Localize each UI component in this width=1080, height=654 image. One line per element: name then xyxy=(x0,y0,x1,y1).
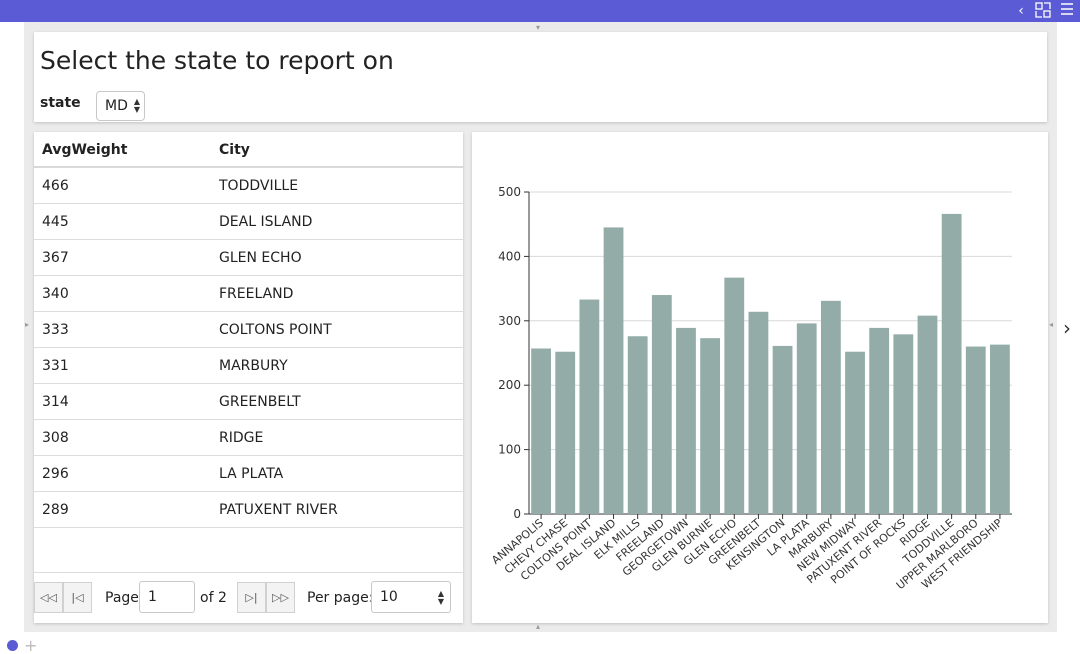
bar[interactable] xyxy=(676,327,696,514)
y-tick-label: 200 xyxy=(498,378,521,392)
column-header-avgweight[interactable]: AvgWeight xyxy=(42,142,127,158)
bar[interactable] xyxy=(531,348,551,514)
last-page-icon[interactable]: ▷▷ xyxy=(266,582,295,613)
cell-city: TODDVILLE xyxy=(219,178,299,194)
page-dot-icon[interactable] xyxy=(7,640,18,651)
chevron-right-icon[interactable]: › xyxy=(1063,316,1071,340)
cell-avgweight: 340 xyxy=(42,286,69,302)
dashboard-workspace: Select the state to report on state MD ▲… xyxy=(24,22,1057,632)
table-row[interactable]: 289 PATUXENT RIVER xyxy=(34,492,463,528)
per-page-select[interactable]: 10 ▲ ▼ xyxy=(371,581,451,613)
page-title: Select the state to report on xyxy=(40,46,394,75)
bar[interactable] xyxy=(651,295,672,514)
collapse-top-icon[interactable]: ▾ xyxy=(536,23,540,32)
table-row[interactable]: 340 FREELAND xyxy=(34,276,463,312)
table-row[interactable]: 314 GREENBELT xyxy=(34,384,463,420)
cell-city: RIDGE xyxy=(219,430,264,446)
add-page-icon[interactable]: + xyxy=(24,636,37,654)
bar-chart-card: 0 100 200 300 400 500 ANNAPOLIS CHEVY CHASE COLT… xyxy=(472,132,1048,623)
cell-avgweight: 296 xyxy=(42,466,69,482)
bar[interactable] xyxy=(869,327,890,514)
state-select-value: MD xyxy=(105,98,128,114)
bar[interactable] xyxy=(748,311,769,514)
table-row[interactable]: 367 GLEN ECHO xyxy=(34,240,463,276)
first-page-icon[interactable]: ◁◁ xyxy=(34,582,63,613)
bar[interactable] xyxy=(990,344,1010,514)
y-tick-label: 400 xyxy=(498,249,521,263)
cell-city: DEAL ISLAND xyxy=(219,214,313,230)
table-header: AvgWeight City xyxy=(34,132,463,168)
bar[interactable] xyxy=(893,334,914,514)
chevron-left-icon[interactable]: ‹ xyxy=(1012,2,1030,20)
bar[interactable] xyxy=(941,213,962,514)
cell-avgweight: 308 xyxy=(42,430,69,446)
top-bar: ‹ xyxy=(0,0,1080,22)
collapse-bottom-icon[interactable]: ▴ xyxy=(536,622,540,631)
bar-chart: 0100200300400500ANNAPOLISCHEVY CHASECOLT… xyxy=(489,185,1012,592)
pagination-bar: ◁◁ |◁ Page 1 of 2 ▷| ▷▷ Per page: 10 ▲ ▼ xyxy=(34,572,463,623)
bar[interactable] xyxy=(845,351,865,514)
layout-icon[interactable] xyxy=(1034,2,1052,20)
column-header-city[interactable]: City xyxy=(219,142,250,158)
table-row[interactable]: 308 RIDGE xyxy=(34,420,463,456)
bar[interactable] xyxy=(603,227,624,515)
y-tick-label: 100 xyxy=(498,443,521,457)
collapse-left-icon[interactable]: ▸ xyxy=(25,320,29,329)
cell-avgweight: 333 xyxy=(42,322,69,338)
cell-city: LA PLATA xyxy=(219,466,284,482)
select-arrows-icon: ▲ ▼ xyxy=(437,589,444,606)
cell-avgweight: 445 xyxy=(42,214,69,230)
bar[interactable] xyxy=(555,351,576,514)
collapse-right-icon[interactable]: ◂ xyxy=(1049,320,1053,329)
bar[interactable] xyxy=(700,338,721,514)
table-row[interactable]: 333 COLTONS POINT xyxy=(34,312,463,348)
cell-city: GLEN ECHO xyxy=(219,250,302,266)
per-page-label: Per page: xyxy=(307,590,374,606)
cell-city: COLTONS POINT xyxy=(219,322,332,338)
weights-table-card: AvgWeight City 466 TODDVILLE 445 DEAL ISLAN… xyxy=(34,132,463,623)
bar[interactable] xyxy=(965,346,986,514)
menu-icon[interactable] xyxy=(1058,2,1076,20)
cell-avgweight: 466 xyxy=(42,178,69,194)
cell-city: PATUXENT RIVER xyxy=(219,502,338,518)
table-row[interactable]: 296 LA PLATA xyxy=(34,456,463,492)
bar[interactable] xyxy=(579,299,600,514)
cell-avgweight: 314 xyxy=(42,394,69,410)
previous-page-icon[interactable]: |◁ xyxy=(63,582,92,613)
y-tick-label: 0 xyxy=(513,507,521,521)
y-tick-label: 300 xyxy=(498,314,521,328)
table-row[interactable]: 331 MARBURY xyxy=(34,348,463,384)
page-number-input[interactable]: 1 xyxy=(139,581,195,613)
state-label: state xyxy=(40,95,81,111)
page-count-label: of 2 xyxy=(200,590,227,606)
next-page-icon[interactable]: ▷| xyxy=(237,582,266,613)
state-selector-card: Select the state to report on state MD ▲… xyxy=(34,32,1047,122)
bar[interactable] xyxy=(820,300,841,514)
bar[interactable] xyxy=(627,336,648,514)
cell-city: FREELAND xyxy=(219,286,294,302)
per-page-value: 10 xyxy=(380,589,398,605)
table-row[interactable]: 445 DEAL ISLAND xyxy=(34,204,463,240)
cell-avgweight: 331 xyxy=(42,358,69,374)
y-tick-label: 500 xyxy=(498,185,521,199)
cell-city: GREENBELT xyxy=(219,394,301,410)
bar[interactable] xyxy=(724,277,745,514)
table-row[interactable]: 466 TODDVILLE xyxy=(34,168,463,204)
page-label: Page xyxy=(105,590,139,606)
bar[interactable] xyxy=(772,345,793,514)
cell-avgweight: 289 xyxy=(42,502,69,518)
select-arrows-icon: ▲ ▼ xyxy=(133,97,140,114)
cell-city: MARBURY xyxy=(219,358,288,374)
cell-avgweight: 367 xyxy=(42,250,69,266)
bar[interactable] xyxy=(796,323,817,514)
bar[interactable] xyxy=(917,315,938,514)
state-select[interactable]: MD ▲ ▼ xyxy=(96,91,145,121)
